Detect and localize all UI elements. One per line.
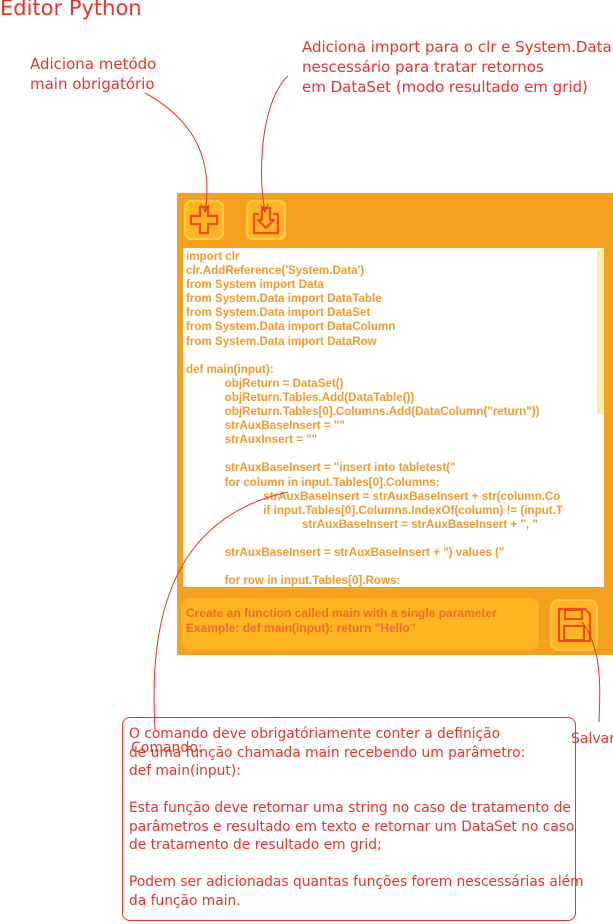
arrow-import xyxy=(261,75,289,213)
arrow-main-method xyxy=(144,92,208,213)
arrow-salvar xyxy=(581,621,601,723)
info-box: O comando deve obrigatóriamente conter a… xyxy=(122,717,584,921)
arrow-comando xyxy=(153,491,289,731)
info-text: O comando deve obrigatóriamente conter a… xyxy=(129,726,584,909)
